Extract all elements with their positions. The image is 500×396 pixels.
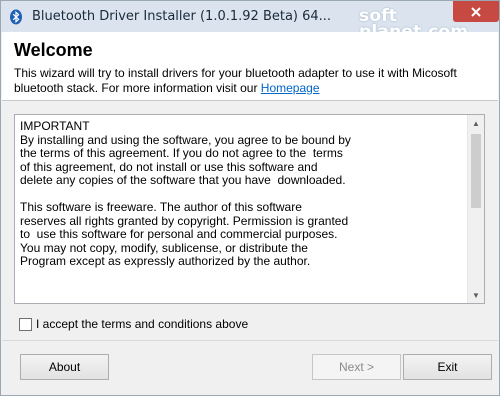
footer-divider bbox=[2, 340, 498, 341]
close-button[interactable] bbox=[453, 1, 499, 22]
installer-window: Bluetooth Driver Installer (1.0.1.92 Bet… bbox=[0, 0, 500, 396]
accept-terms-row[interactable]: I accept the terms and conditions above bbox=[19, 316, 248, 332]
welcome-header: Welcome This wizard will try to install … bbox=[2, 32, 498, 101]
accept-label[interactable]: I accept the terms and conditions above bbox=[36, 317, 248, 331]
intro-text: This wizard will try to install drivers … bbox=[14, 66, 484, 96]
bluetooth-icon bbox=[8, 9, 24, 25]
intro-body: This wizard will try to install drivers … bbox=[14, 66, 457, 95]
close-icon bbox=[471, 6, 481, 17]
license-textbox[interactable]: IMPORTANT By installing and using the so… bbox=[14, 114, 485, 304]
license-scrollbar[interactable]: ▲ ▼ bbox=[467, 115, 484, 303]
homepage-link[interactable]: Homepage bbox=[261, 81, 320, 95]
scrollbar-thumb[interactable] bbox=[471, 134, 481, 208]
window-title: Bluetooth Driver Installer (1.0.1.92 Bet… bbox=[32, 9, 332, 24]
license-text: IMPORTANT By installing and using the so… bbox=[20, 120, 351, 268]
scroll-up-icon[interactable]: ▲ bbox=[468, 115, 484, 131]
exit-button[interactable]: Exit bbox=[403, 354, 492, 380]
scroll-down-icon[interactable]: ▼ bbox=[468, 287, 484, 303]
next-button[interactable]: Next > bbox=[312, 354, 401, 380]
about-button[interactable]: About bbox=[20, 354, 109, 380]
page-title: Welcome bbox=[14, 40, 93, 60]
accept-checkbox[interactable] bbox=[19, 317, 32, 331]
